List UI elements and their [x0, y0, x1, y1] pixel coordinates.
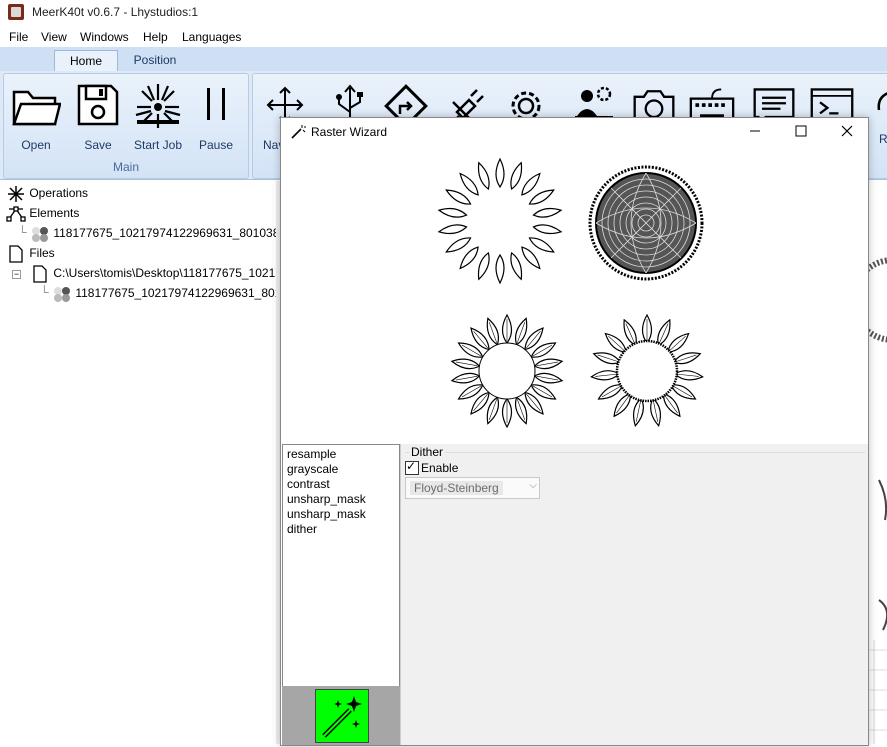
tree-panel: Operations Elements └ 118177675_10217974… — [0, 181, 389, 744]
file-child-label: 118177675_10217974122969631_80103 — [75, 286, 295, 300]
menu-view[interactable]: View — [41, 30, 67, 44]
ribbon-group-main-label: Main — [112, 160, 139, 174]
app-title: MeerK40t v0.6.7 - Lhystudios:1 — [32, 5, 199, 19]
ribbon-tab-strip: Home Position — [0, 47, 887, 72]
document-icon — [33, 265, 47, 283]
close-button[interactable] — [824, 118, 870, 146]
floppy-disk-icon — [77, 84, 119, 126]
list-item[interactable]: contrast — [287, 477, 330, 492]
laser-burst-icon — [135, 84, 181, 128]
run-wizard-button[interactable] — [315, 689, 369, 743]
files-label: Files — [29, 246, 55, 260]
tree-node-file-child[interactable]: 118177675_10217974122969631_80103 — [52, 284, 295, 302]
tree-node-files[interactable]: Files — [6, 244, 55, 263]
restart-icon[interactable] — [873, 82, 887, 130]
ribbon-group-main: Open Save Start Job Pause Main — [3, 73, 249, 179]
enable-checkbox[interactable]: ✓ — [405, 459, 419, 475]
tab-position[interactable]: Position — [122, 50, 188, 71]
wizard-title-bar[interactable]: Raster Wizard — [281, 118, 868, 146]
right-edge-button-label: Re — [879, 132, 887, 146]
dither-method-select[interactable]: Floyd-Steinberg ⌵ — [405, 477, 540, 499]
image-element-icon — [54, 286, 70, 302]
maximize-button[interactable] — [778, 118, 824, 146]
tree-connector-2: └ — [40, 285, 49, 299]
element-item-label: 118177675_10217974122969631_8010381546 — [53, 226, 307, 240]
tree-connector: └ — [18, 225, 27, 239]
app-title-bar: MeerK40t v0.6.7 - Lhystudios:1 — [0, 0, 887, 24]
maximize-icon — [795, 125, 807, 137]
tree-node-operations[interactable]: Operations — [6, 184, 88, 202]
tree-node-elements[interactable]: Elements — [6, 204, 79, 222]
pause-icon — [207, 88, 225, 120]
wizard-run-area — [282, 686, 400, 745]
menu-windows[interactable]: Windows — [80, 30, 129, 44]
tree-node-element-image[interactable]: 118177675_10217974122969631_8010381546 — [30, 224, 306, 242]
dither-settings-panel: Dither ✓ Enable Floyd-Steinberg ⌵ — [400, 444, 868, 745]
elements-label: Elements — [29, 206, 80, 220]
pause-button-label: Pause — [198, 138, 234, 152]
list-item[interactable]: unsharp_mask — [287, 507, 366, 522]
operations-list[interactable]: resample grayscale contrast unsharp_mask… — [282, 444, 400, 688]
start-job-button-label: Start Job — [133, 138, 183, 152]
menu-help[interactable]: Help — [143, 30, 168, 44]
list-item[interactable]: grayscale — [287, 462, 338, 477]
group-box-line — [405, 452, 865, 453]
chevron-down-icon: ⌵ — [529, 480, 537, 491]
operations-label: Operations — [29, 186, 89, 200]
open-button-label: Open — [21, 138, 51, 152]
menu-languages[interactable]: Languages — [182, 30, 241, 44]
pause-button[interactable]: Pause — [190, 82, 242, 152]
tab-home[interactable]: Home — [54, 50, 118, 72]
wizard-title: Raster Wizard — [311, 125, 388, 139]
dither-section-label: Dither — [409, 445, 446, 459]
raster-wizard-window: Raster Wizard resample grayscale contras… — [280, 117, 869, 746]
magic-wand-icon — [322, 696, 362, 738]
menu-file[interactable]: File — [9, 30, 28, 44]
collapse-toggle[interactable]: − — [12, 264, 21, 282]
list-item[interactable]: resample — [287, 447, 336, 462]
start-job-button[interactable]: Start Job — [131, 82, 185, 152]
list-item[interactable]: unsharp_mask — [287, 492, 366, 507]
sunflower-preview — [437, 158, 704, 428]
raster-preview-image — [282, 146, 867, 443]
menu-bar: File View Windows Help Languages — [0, 26, 887, 46]
close-icon — [841, 125, 853, 137]
elements-icon — [6, 206, 26, 222]
dither-method-value: Floyd-Steinberg — [410, 481, 503, 495]
list-item[interactable]: dither — [287, 522, 317, 537]
minimize-icon — [750, 130, 760, 132]
magic-wand-icon — [291, 125, 306, 139]
open-button[interactable]: Open — [10, 82, 62, 152]
folder-icon — [12, 90, 61, 126]
checkmark-icon: ✓ — [406, 459, 417, 473]
app-icon — [8, 4, 24, 20]
enable-label: Enable — [421, 461, 459, 475]
image-element-icon — [32, 226, 48, 242]
save-button[interactable]: Save — [72, 82, 124, 152]
save-button-label: Save — [84, 138, 112, 152]
operations-icon — [8, 185, 24, 202]
minimize-button[interactable] — [732, 118, 778, 146]
file-icon — [9, 245, 23, 263]
